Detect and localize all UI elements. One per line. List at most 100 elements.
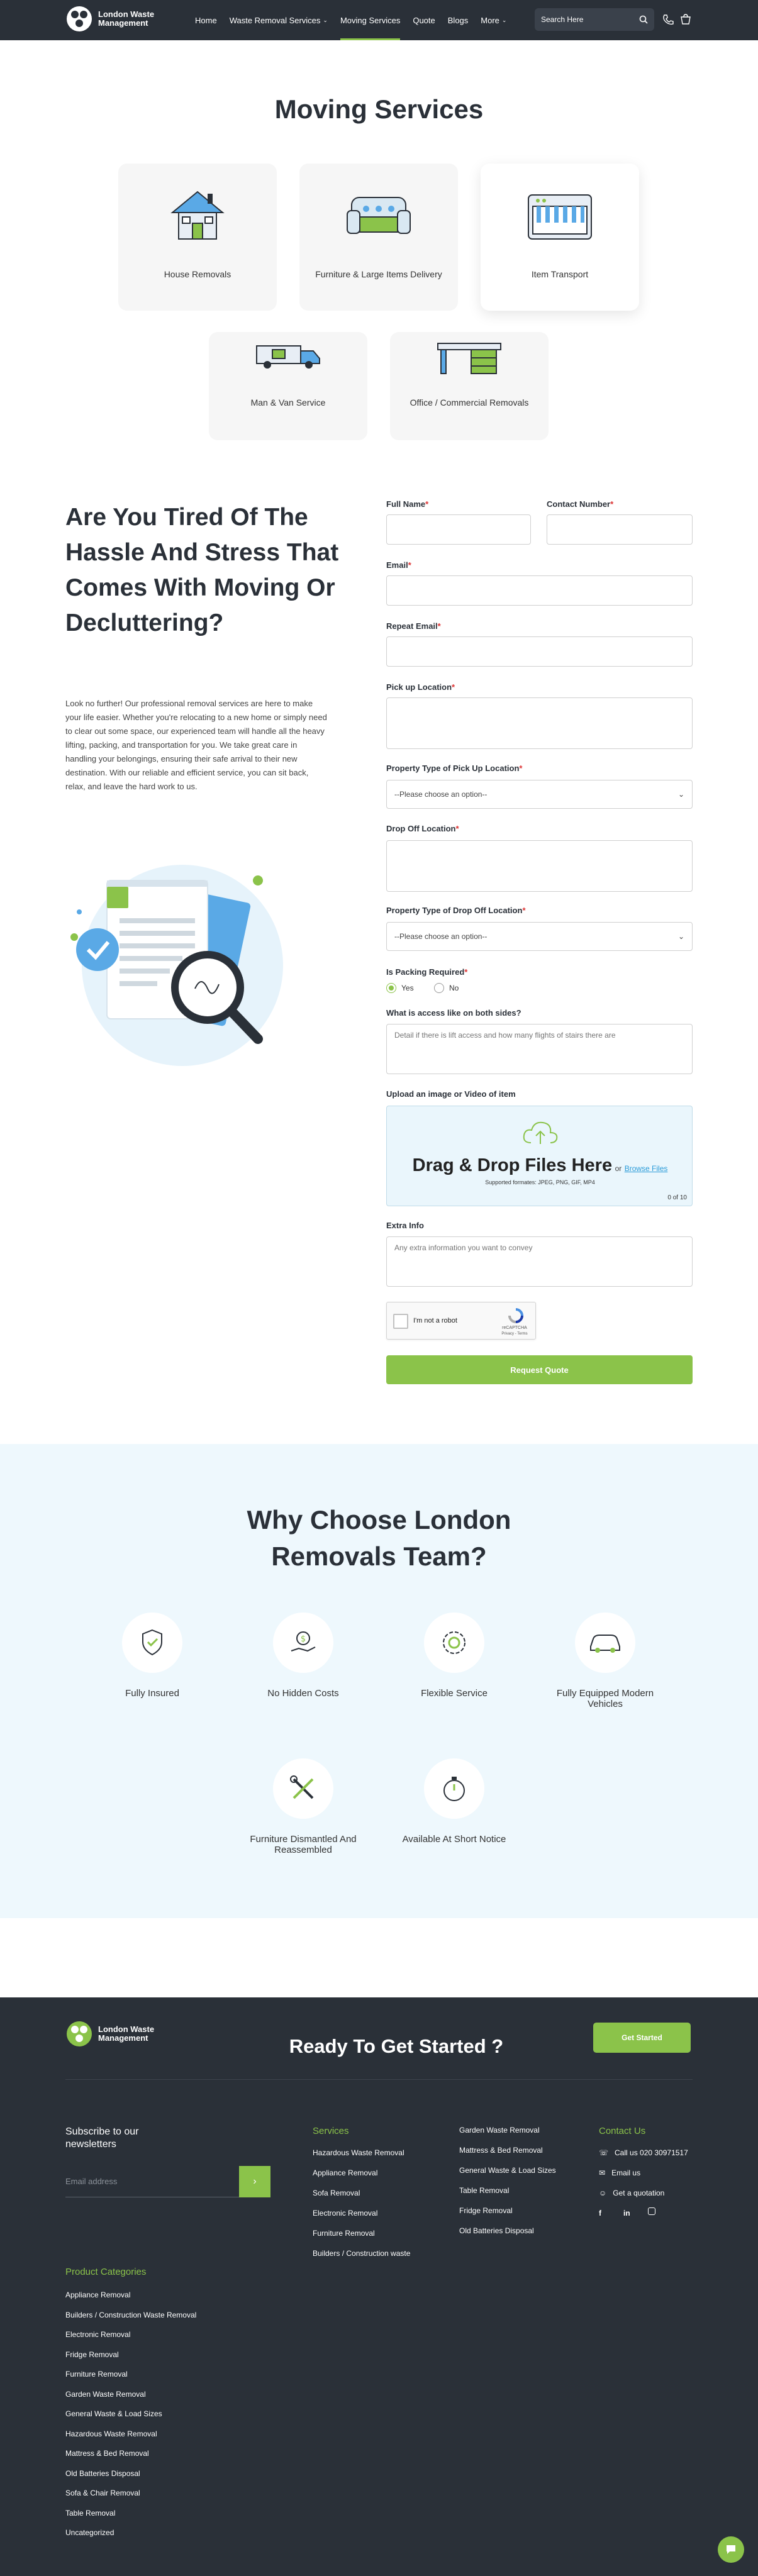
email-label: Email* xyxy=(386,560,411,570)
packing-label: Is Packing Required* xyxy=(386,967,468,977)
nav-label: Quote xyxy=(413,15,435,25)
money-hand-icon: $ xyxy=(291,1631,316,1652)
chat-widget-button[interactable] xyxy=(718,2536,744,2563)
recaptcha-label: I'm not a robot xyxy=(413,1317,457,1324)
get-started-button[interactable]: Get Started xyxy=(593,2023,691,2053)
footer-link[interactable]: Table Removal xyxy=(65,2509,115,2518)
footer-link[interactable]: Electronic Removal xyxy=(65,2330,130,2339)
nav-blogs[interactable]: Blogs xyxy=(448,0,469,40)
contact-phone[interactable]: ☏ Call us 020 30971517 xyxy=(599,2148,688,2157)
service-card-item-transport[interactable]: Item Transport xyxy=(481,164,639,311)
footer-link[interactable]: Garden Waste Removal xyxy=(459,2126,540,2135)
footer-link[interactable]: Hazardous Waste Removal xyxy=(313,2148,404,2157)
linkedin-icon[interactable]: in xyxy=(623,2209,630,2218)
file-dropzone[interactable]: Drag & Drop Files Here or Browse Files S… xyxy=(386,1106,693,1206)
newsletter-email-field[interactable] xyxy=(65,2166,239,2197)
service-card-office[interactable]: Office / Commercial Removals xyxy=(390,332,549,440)
instagram-icon[interactable] xyxy=(648,2207,655,2215)
contact-number-field[interactable] xyxy=(547,514,693,545)
mail-icon: ✉ xyxy=(599,2168,606,2177)
recaptcha-checkbox[interactable] xyxy=(393,1314,408,1329)
search-icon[interactable] xyxy=(639,15,648,24)
footer-link[interactable]: Furniture Removal xyxy=(65,2370,128,2379)
facebook-icon[interactable]: f xyxy=(599,2209,601,2218)
car-icon xyxy=(590,1635,620,1653)
footer-link[interactable]: Table Removal xyxy=(459,2186,509,2195)
nav-label: Waste Removal Services xyxy=(229,15,321,25)
packing-no-radio[interactable]: No xyxy=(434,983,459,993)
contact-quote[interactable]: ☺ Get a quotation xyxy=(599,2189,664,2197)
recaptcha-links[interactable]: Privacy - Terms xyxy=(494,1332,535,1336)
nav-moving-services[interactable]: Moving Services xyxy=(340,0,400,40)
footer-link[interactable]: Sofa Removal xyxy=(313,2189,360,2197)
gear-cycle-icon xyxy=(443,1631,465,1654)
nav-home[interactable]: Home xyxy=(195,0,217,40)
footer-link[interactable]: Garden Waste Removal xyxy=(65,2390,146,2399)
intro-heading: Are You Tired Of The Hassle And Stress T… xyxy=(65,504,339,636)
brand-logo[interactable]: London Waste Management xyxy=(65,5,154,33)
recaptcha-widget: I'm not a robot reCAPTCHA Privacy - Term… xyxy=(386,1302,536,1340)
footer-link[interactable]: Fridge Removal xyxy=(65,2350,119,2359)
footer-link[interactable]: Old Batteries Disposal xyxy=(459,2226,534,2235)
phone-icon[interactable] xyxy=(662,14,674,26)
footer-link[interactable]: Appliance Removal xyxy=(313,2168,377,2177)
office-desk-icon xyxy=(437,343,501,374)
drop-title: Drag & Drop Files Here xyxy=(412,1155,613,1175)
footer-logo[interactable]: London Waste Management xyxy=(65,2020,154,2048)
contact-quote-text: Get a quotation xyxy=(613,2189,665,2197)
footer-link[interactable]: Builders / Construction Waste Removal xyxy=(65,2311,196,2319)
pickup-location-field[interactable] xyxy=(386,697,693,749)
feature-flexible-service: Flexible Service xyxy=(391,1613,517,1699)
packing-yes-radio[interactable]: Yes xyxy=(386,983,414,993)
footer-link[interactable]: Appliance Removal xyxy=(65,2290,130,2299)
feature-label: Flexible Service xyxy=(421,1688,488,1699)
contact-heading: Contact Us xyxy=(599,2126,646,2136)
radio-label: No xyxy=(449,984,459,992)
nav-quote[interactable]: Quote xyxy=(413,0,435,40)
document-magnifier-illustration xyxy=(70,865,283,1066)
phone-icon: ☏ xyxy=(599,2148,609,2157)
feature-short-notice: Available At Short Notice xyxy=(391,1758,517,1845)
full-name-label: Full Name* xyxy=(386,499,429,509)
request-quote-button[interactable]: Request Quote xyxy=(386,1355,693,1384)
email-field[interactable] xyxy=(386,575,693,606)
footer-link[interactable]: Fridge Removal xyxy=(459,2206,513,2215)
service-card-man-van[interactable]: Man & Van Service xyxy=(209,332,367,440)
footer-link[interactable]: General Waste & Load Sizes xyxy=(459,2166,556,2175)
dropoff-property-select[interactable]: --Please choose an option-- ⌄ xyxy=(386,922,693,951)
footer-link[interactable]: Sofa & Chair Removal xyxy=(65,2489,140,2497)
categories-heading: Product Categories xyxy=(65,2267,147,2277)
service-card-house[interactable]: House Removals xyxy=(118,164,277,311)
full-name-field[interactable] xyxy=(386,514,531,545)
footer-link[interactable]: General Waste & Load Sizes xyxy=(65,2409,162,2418)
intro-body: Look no further! Our professional remova… xyxy=(65,699,327,791)
access-field[interactable] xyxy=(386,1024,693,1074)
newsletter-submit-button[interactable]: › xyxy=(239,2166,270,2197)
nav-more[interactable]: More ⌄ xyxy=(481,0,506,40)
why-title: Why Choose London Removals Team? xyxy=(0,1502,758,1575)
pickup-property-select[interactable]: --Please choose an option-- ⌄ xyxy=(386,780,693,809)
nav-waste-removal[interactable]: Waste Removal Services ⌄ xyxy=(230,0,328,40)
footer-link[interactable]: Hazardous Waste Removal xyxy=(65,2429,157,2438)
chat-icon: ☺ xyxy=(599,2189,607,2197)
dropoff-location-field[interactable] xyxy=(386,840,693,892)
footer-link[interactable]: Mattress & Bed Removal xyxy=(65,2449,149,2458)
supported-formats: Supported formates: JPEG, PNG, GIF, MP4 xyxy=(485,1179,595,1185)
footer-link[interactable]: Builders / Construction waste xyxy=(313,2249,410,2258)
search-input[interactable] xyxy=(541,15,639,24)
footer-link[interactable]: Uncategorized xyxy=(65,2528,114,2537)
cart-icon[interactable] xyxy=(679,14,692,26)
footer-link[interactable]: Old Batteries Disposal xyxy=(65,2469,140,2478)
browse-files-link[interactable]: Browse Files xyxy=(625,1164,668,1173)
extra-info-field[interactable] xyxy=(386,1236,693,1287)
tools-icon xyxy=(290,1775,314,1799)
footer-link[interactable]: Mattress & Bed Removal xyxy=(459,2146,543,2155)
footer-link[interactable]: Electronic Removal xyxy=(313,2209,377,2218)
chat-bubble-icon xyxy=(727,2545,735,2554)
repeat-email-field[interactable] xyxy=(386,636,693,667)
logo-icon xyxy=(67,2021,92,2046)
service-card-furniture[interactable]: Furniture & Large Items Delivery xyxy=(299,164,458,311)
truck-icon xyxy=(256,345,320,369)
contact-email[interactable]: ✉ Email us xyxy=(599,2168,640,2177)
footer-link[interactable]: Furniture Removal xyxy=(313,2229,375,2238)
